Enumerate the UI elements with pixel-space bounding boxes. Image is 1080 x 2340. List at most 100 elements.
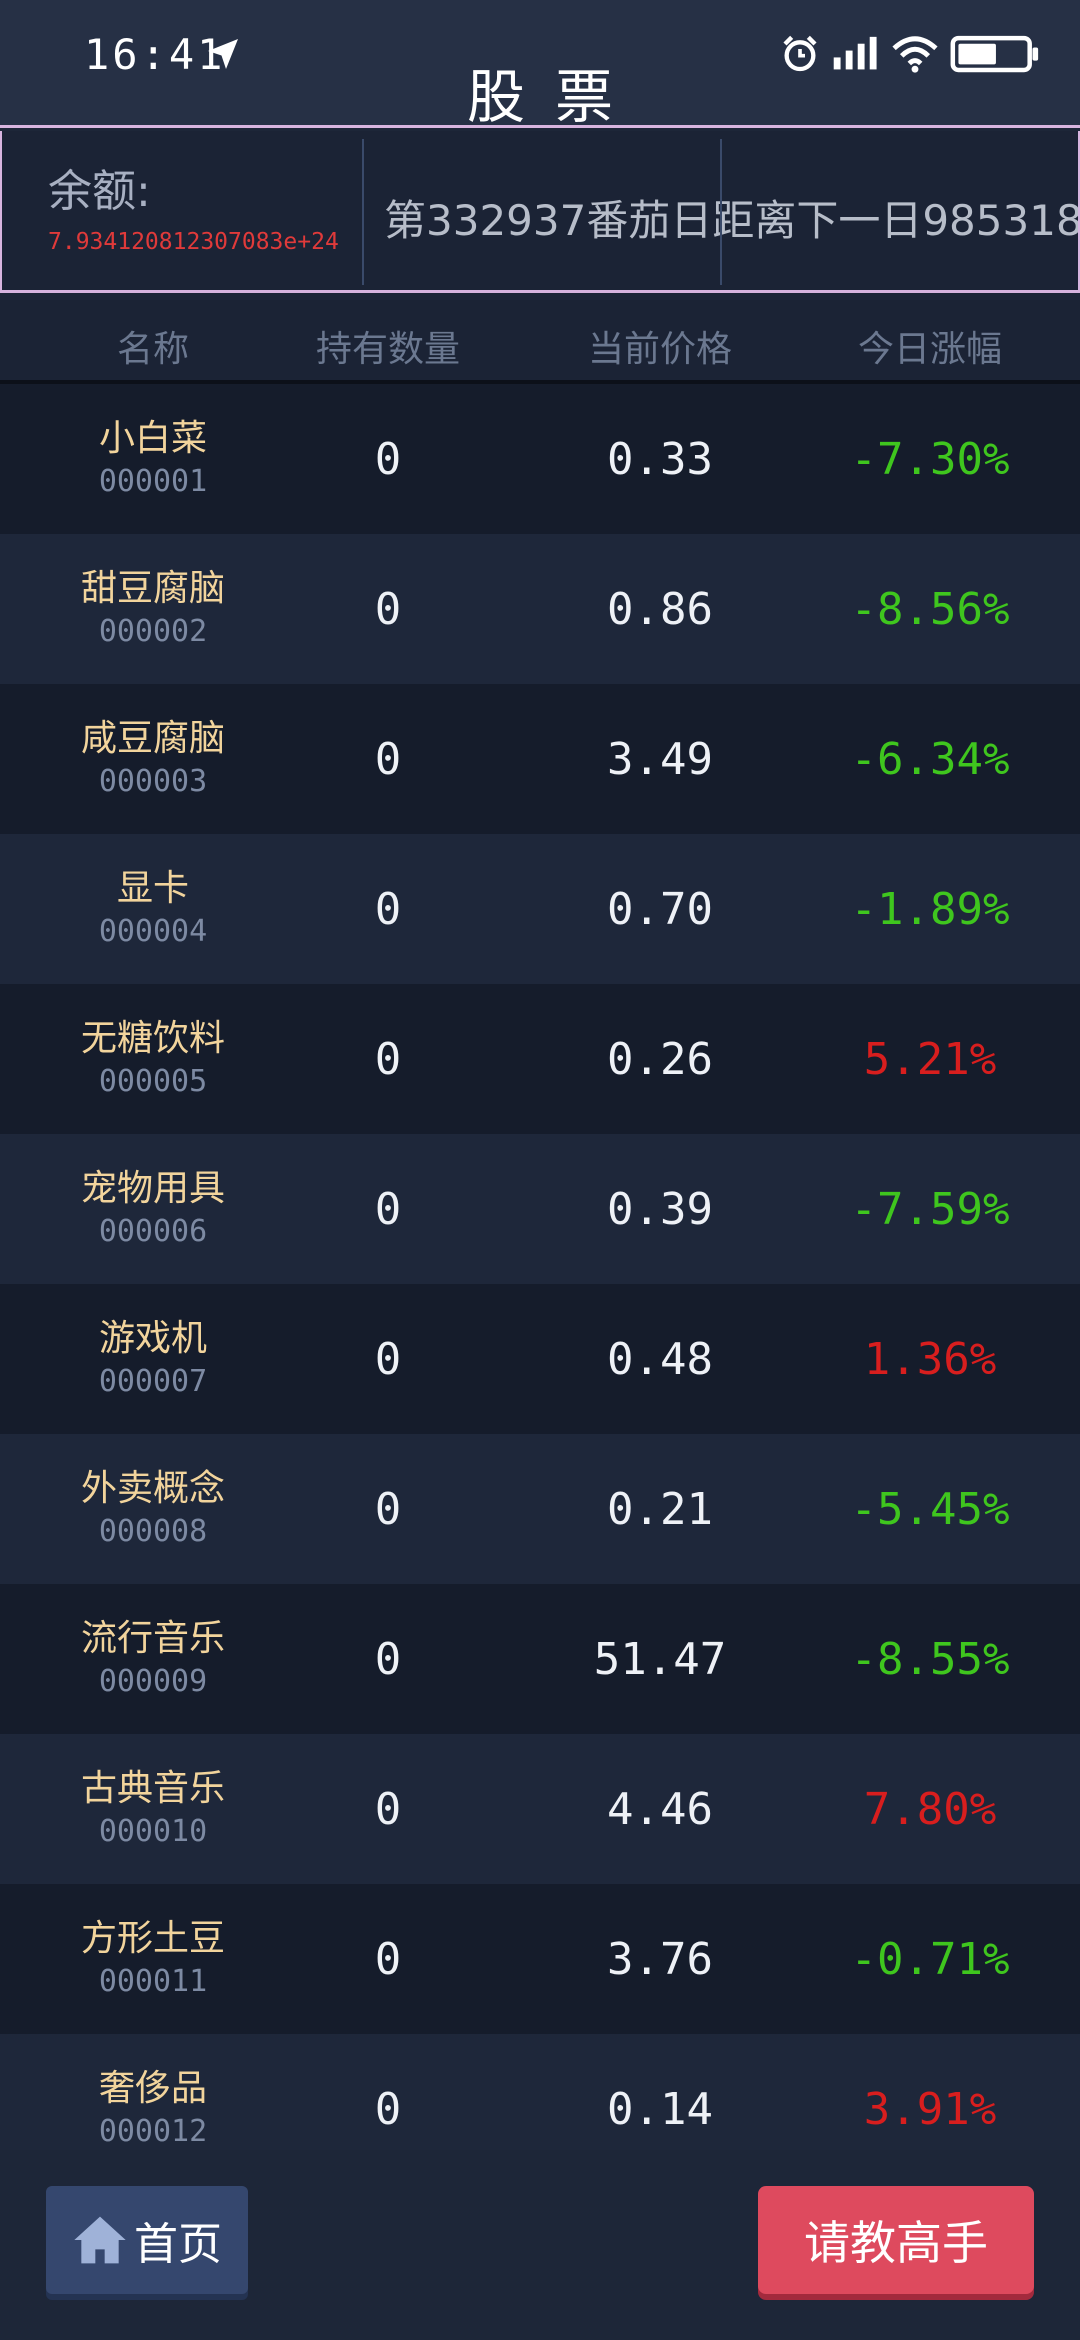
table-row[interactable]: 显卡 000004 0 0.70 -1.89%	[0, 834, 1080, 984]
column-header-held: 持有数量	[315, 329, 460, 370]
table-row[interactable]: 甜豆腐脑 000002 0 0.86 -8.56%	[0, 534, 1080, 684]
table-row[interactable]: 流行音乐 000009 0 51.47 -8.55%	[0, 1584, 1080, 1734]
stock-name-cell: 无糖饮料 000005	[40, 1016, 266, 1102]
current-price: 0.70	[607, 884, 713, 935]
current-price: 0.39	[607, 1184, 713, 1235]
current-price: 0.48	[607, 1334, 713, 1385]
held-quantity: 0	[374, 1484, 402, 1535]
table-row[interactable]: 无糖饮料 000005 0 0.26 5.21%	[0, 984, 1080, 1134]
held-quantity: 0	[374, 1634, 402, 1685]
stock-name: 宠物用具	[80, 1168, 225, 1209]
daily-change: 7.80%	[863, 1784, 997, 1835]
daily-change: -7.59%	[850, 1184, 1010, 1235]
bottom-bar: 首页 请教高手	[0, 2150, 1080, 2340]
stock-code: 000003	[98, 764, 208, 799]
daily-change: -8.56%	[850, 584, 1010, 635]
held-quantity: 0	[374, 1184, 402, 1235]
stock-name: 游戏机	[98, 1318, 207, 1359]
alarm-icon	[783, 35, 817, 72]
stock-code: 000001	[98, 464, 208, 499]
status-icons	[780, 32, 1040, 76]
current-price: 3.49	[607, 734, 713, 785]
ask-expert-button[interactable]: 请教高手	[758, 2186, 1034, 2294]
daily-change: -0.71%	[850, 1934, 1010, 1985]
stock-code: 000012	[98, 2114, 208, 2149]
stock-name-cell: 外卖概念 000008	[40, 1466, 266, 1552]
current-price: 4.46	[607, 1784, 713, 1835]
day-countdown-text: 第332937番茄日距离下一日98531815	[384, 196, 1080, 245]
home-button-label: 首页	[134, 2219, 222, 2270]
daily-change: 5.21%	[863, 1034, 997, 1085]
held-quantity: 0	[374, 1934, 402, 1985]
held-quantity: 0	[374, 584, 402, 635]
daily-change: -6.34%	[850, 734, 1010, 785]
stock-name: 显卡	[116, 868, 189, 909]
table-row[interactable]: 方形土豆 000011 0 3.76 -0.71%	[0, 1884, 1080, 2034]
daily-change: -7.30%	[850, 434, 1010, 485]
balance-label: 余额:	[48, 166, 151, 217]
daily-change: -8.55%	[850, 1634, 1010, 1685]
daily-change: 3.91%	[863, 2084, 997, 2135]
stock-name-cell: 甜豆腐脑 000002	[40, 566, 266, 652]
stock-name: 方形土豆	[80, 1918, 225, 1959]
stock-name-cell: 流行音乐 000009	[40, 1616, 266, 1702]
account-info-bar: 余额: 7.934120812307083e+24 第332937番茄日距离下一…	[0, 131, 1080, 293]
stock-name: 奢侈品	[98, 2068, 207, 2109]
current-price: 51.47	[593, 1634, 727, 1685]
stock-app: 16:41 股票 余额: 7.934120812307083e+24 第3329…	[0, 0, 1080, 2340]
column-header-name: 名称	[116, 329, 189, 370]
info-divider	[720, 139, 722, 285]
column-header-change: 今日涨幅	[857, 329, 1002, 370]
info-divider	[362, 139, 364, 285]
stock-name-cell: 咸豆腐脑 000003	[40, 716, 266, 802]
table-row[interactable]: 外卖概念 000008 0 0.21 -5.45%	[0, 1434, 1080, 1584]
current-price: 3.76	[607, 1934, 713, 1985]
stock-code: 000010	[98, 1814, 208, 1849]
stock-code: 000002	[98, 614, 208, 649]
daily-change: 1.36%	[863, 1334, 997, 1385]
stock-code: 000008	[98, 1514, 208, 1549]
stock-name-cell: 显卡 000004	[40, 866, 266, 952]
table-row[interactable]: 游戏机 000007 0 0.48 1.36%	[0, 1284, 1080, 1434]
ask-expert-button-label: 请教高手	[804, 2216, 988, 2270]
table-row[interactable]: 宠物用具 000006 0 0.39 -7.59%	[0, 1134, 1080, 1284]
stock-name-cell: 古典音乐 000010	[40, 1766, 266, 1852]
top-bar: 16:41 股票	[0, 0, 1080, 131]
held-quantity: 0	[374, 734, 402, 785]
stock-name: 流行音乐	[80, 1618, 225, 1659]
table-row[interactable]: 咸豆腐脑 000003 0 3.49 -6.34%	[0, 684, 1080, 834]
column-header-price: 当前价格	[587, 329, 732, 370]
home-button[interactable]: 首页	[46, 2186, 248, 2294]
stock-code: 000009	[98, 1664, 208, 1699]
stock-name-cell: 宠物用具 000006	[40, 1166, 266, 1252]
table-row[interactable]: 小白菜 000001 0 0.33 -7.30%	[0, 384, 1080, 534]
stock-name-cell: 小白菜 000001	[40, 416, 266, 502]
stock-code: 000005	[98, 1064, 208, 1099]
table-row[interactable]: 古典音乐 000010 0 4.46 7.80%	[0, 1734, 1080, 1884]
home-icon	[74, 2216, 126, 2264]
stock-name-cell: 方形土豆 000011	[40, 1916, 266, 2002]
held-quantity: 0	[374, 2084, 402, 2135]
signal-icon	[833, 36, 877, 70]
held-quantity: 0	[374, 1784, 402, 1835]
stock-list: 小白菜 000001 0 0.33 -7.30% 甜豆腐脑 000002 0 0.86 -8.56…	[0, 384, 1080, 2184]
stock-name: 咸豆腐脑	[80, 718, 225, 759]
stock-name: 无糖饮料	[80, 1018, 225, 1059]
stock-name-cell: 奢侈品 000012	[40, 2066, 266, 2152]
held-quantity: 0	[374, 1034, 402, 1085]
held-quantity: 0	[374, 884, 402, 935]
held-quantity: 0	[374, 1334, 402, 1385]
stock-name: 古典音乐	[80, 1768, 225, 1809]
battery-icon	[950, 35, 1039, 73]
stock-code: 000011	[98, 1964, 208, 1999]
wifi-icon	[892, 36, 938, 73]
stock-name: 小白菜	[98, 418, 207, 459]
held-quantity: 0	[374, 434, 402, 485]
daily-change: -5.45%	[850, 1484, 1010, 1535]
stock-code: 000006	[98, 1214, 208, 1249]
stock-name-cell: 游戏机 000007	[40, 1316, 266, 1402]
stock-code: 000004	[98, 914, 208, 949]
current-price: 0.86	[607, 584, 713, 635]
current-price: 0.26	[607, 1034, 713, 1085]
stock-name: 甜豆腐脑	[80, 568, 225, 609]
